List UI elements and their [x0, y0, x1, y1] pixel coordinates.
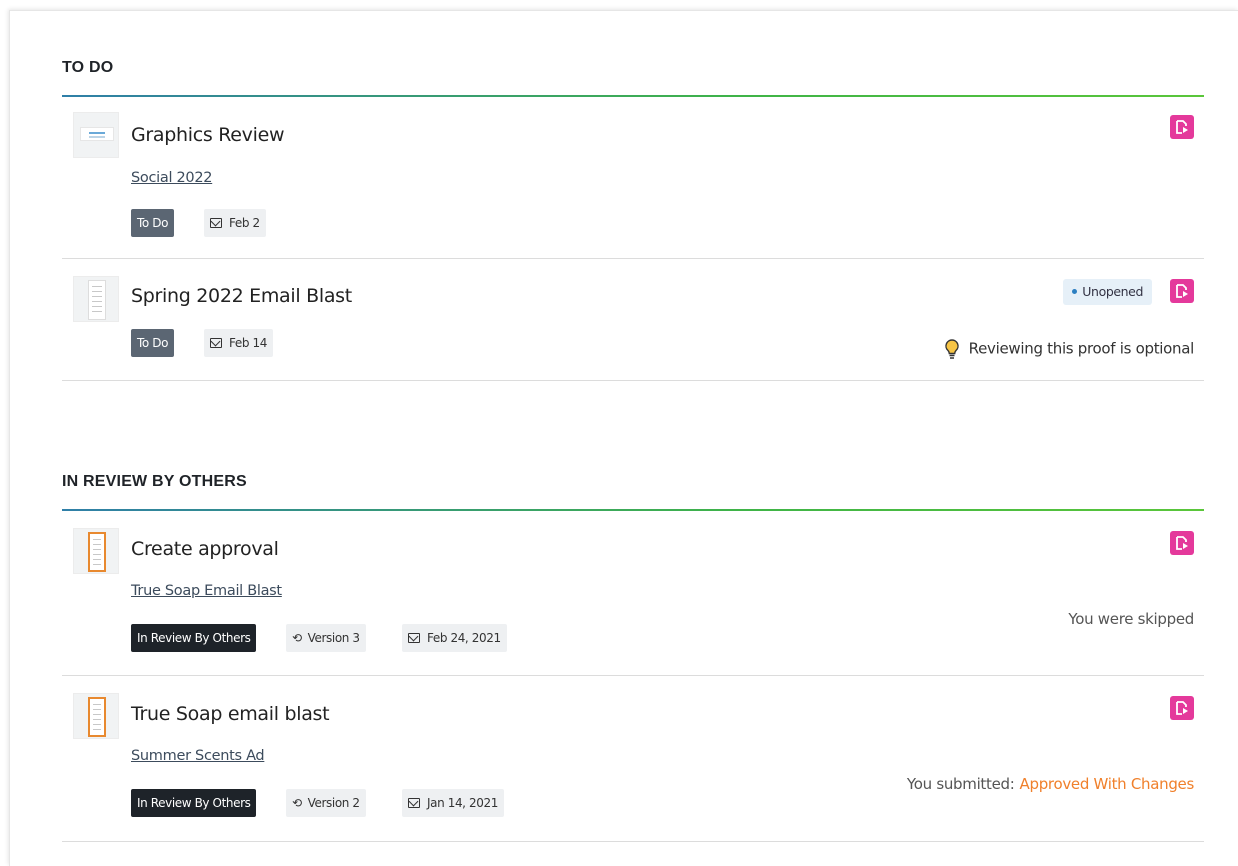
open-proof-button[interactable]: [1170, 696, 1194, 720]
version-tag: ⟲ Version 3: [286, 624, 366, 652]
due-date-tag: Feb 24, 2021: [402, 624, 507, 652]
document-thumbnail-icon[interactable]: [73, 528, 119, 574]
section-title: TO DO: [62, 59, 114, 76]
status-tag: In Review By Others: [131, 789, 257, 817]
lightbulb-icon: [944, 339, 959, 359]
due-date-tag: Feb 14: [204, 329, 273, 357]
proof-title[interactable]: Create approval: [131, 538, 279, 560]
proof-title[interactable]: True Soap email blast: [131, 703, 330, 725]
open-proof-button[interactable]: [1170, 115, 1194, 139]
due-date-tag: Feb 2: [204, 209, 266, 237]
status-tag: To Do: [131, 209, 175, 237]
open-proof-button[interactable]: [1170, 531, 1194, 555]
open-proof-icon: [1176, 536, 1188, 550]
open-proof-icon: [1176, 120, 1188, 134]
due-date: Feb 2: [229, 216, 260, 230]
proof-title[interactable]: Graphics Review: [131, 124, 285, 146]
due-date: Feb 24, 2021: [427, 631, 501, 645]
status-tag: To Do: [131, 329, 175, 357]
envelope-icon: [210, 218, 222, 228]
proof-list-panel: TO DO Graphics Review Social 2022 To Do …: [9, 10, 1238, 866]
open-proof-icon: [1176, 701, 1188, 715]
sync-icon: ⟲: [292, 631, 302, 645]
open-proof-icon: [1176, 284, 1188, 298]
document-thumbnail-icon[interactable]: [73, 693, 119, 739]
version-label: Version 3: [307, 631, 360, 645]
unopened-badge: Unopened: [1063, 279, 1152, 305]
document-thumbnail-icon[interactable]: [73, 276, 119, 322]
due-date: Feb 14: [229, 336, 267, 350]
proof-row[interactable]: Graphics Review Social 2022 To Do Feb 2: [62, 97, 1204, 259]
project-link[interactable]: True Soap Email Blast: [131, 583, 282, 599]
optional-note-text: Reviewing this proof is optional: [968, 339, 1195, 358]
proof-title[interactable]: Spring 2022 Email Blast: [131, 285, 352, 307]
envelope-icon: [408, 798, 420, 808]
badge-label: Unopened: [1082, 284, 1143, 299]
version-tag: ⟲ Version 2: [286, 789, 366, 817]
open-proof-button[interactable]: [1170, 279, 1194, 303]
project-link[interactable]: Summer Scents Ad: [131, 748, 265, 764]
due-date-tag: Jan 14, 2021: [402, 789, 504, 817]
status-tag: In Review By Others: [131, 624, 257, 652]
section-in-review-by-others: IN REVIEW BY OTHERS Create approval True…: [62, 473, 1204, 853]
submission-note: You submitted: Approved With Changes: [907, 775, 1194, 793]
version-label: Version 2: [307, 796, 360, 810]
web-banner-thumbnail-icon[interactable]: [73, 112, 119, 158]
section-todo: TO DO Graphics Review Social 2022 To Do …: [62, 59, 1204, 389]
dot-icon: [1072, 289, 1078, 294]
optional-note: Reviewing this proof is optional: [943, 338, 1194, 360]
review-status-note: You were skipped: [1068, 610, 1194, 628]
proof-row[interactable]: True Soap email blast Summer Scents Ad I…: [62, 676, 1204, 842]
proof-row[interactable]: Create approval True Soap Email Blast In…: [62, 511, 1204, 676]
envelope-icon: [210, 338, 222, 348]
submission-value: Approved With Changes: [1019, 775, 1195, 793]
submission-label: You submitted:: [906, 775, 1015, 793]
section-title: IN REVIEW BY OTHERS: [62, 473, 247, 490]
sync-icon: ⟲: [292, 796, 302, 810]
project-link[interactable]: Social 2022: [131, 170, 213, 186]
proof-row[interactable]: Spring 2022 Email Blast To Do Feb 14 Uno…: [62, 259, 1204, 381]
envelope-icon: [408, 633, 420, 643]
due-date: Jan 14, 2021: [427, 796, 498, 810]
